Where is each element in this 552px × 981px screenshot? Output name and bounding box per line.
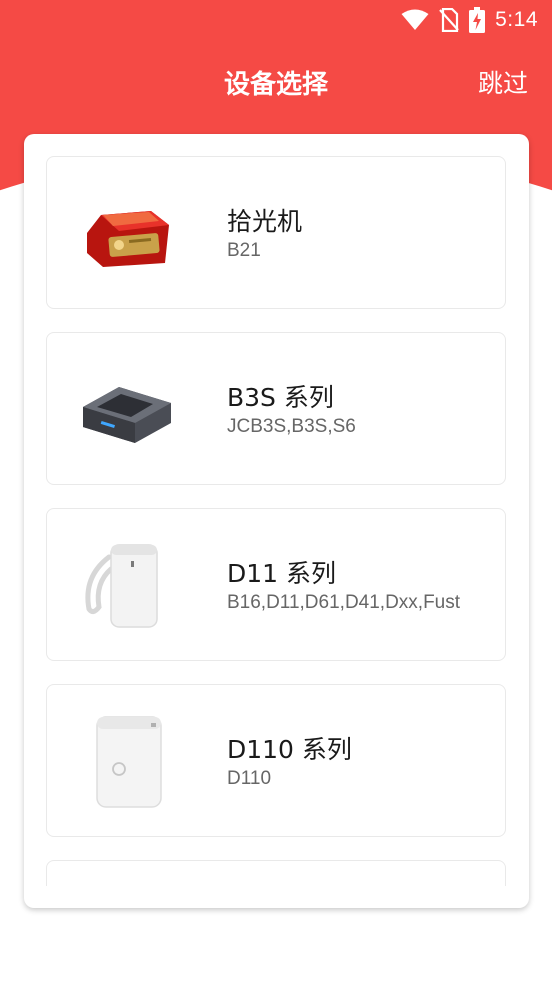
- device-models: D110: [227, 768, 272, 789]
- status-bar: 5:14: [0, 0, 552, 40]
- device-models: B16,D11,D61,D41,Dxx,Fust: [227, 592, 461, 613]
- device-models: JCB3S,B3S,S6: [227, 416, 356, 437]
- device-item-partial[interactable]: [46, 860, 506, 886]
- status-time: 5:14: [495, 8, 538, 31]
- device-name: D110 系列: [227, 735, 352, 764]
- no-sim-icon: [439, 8, 459, 32]
- device-item-b3s[interactable]: B3S 系列 JCB3S,B3S,S6: [46, 332, 506, 485]
- red-printer-image: [87, 211, 169, 267]
- device-name: D11 系列: [227, 559, 337, 588]
- device-name: B3S 系列: [227, 383, 334, 412]
- status-icons: 5:14: [401, 6, 538, 34]
- skip-button[interactable]: 跳过: [478, 64, 528, 100]
- battery-charging-icon: [469, 7, 486, 33]
- device-name: 拾光机: [227, 207, 303, 236]
- wifi-icon: [401, 9, 429, 30]
- title-bar: 设备选择 跳过: [0, 58, 552, 106]
- white-handheld-printer-image: [85, 544, 158, 628]
- device-item-b21[interactable]: 拾光机 B21: [46, 156, 506, 309]
- page-title: 设备选择: [223, 70, 328, 100]
- white-mini-printer-image: [96, 716, 162, 808]
- device-list[interactable]: 拾光机 B21 B3S 系列 JCB3S,B3S,S6 D11 系列 B16,D…: [46, 156, 506, 886]
- device-item-d11[interactable]: D11 系列 B16,D11,D61,D41,Dxx,Fust: [46, 508, 506, 661]
- device-models: B21: [227, 240, 261, 261]
- device-item-d110[interactable]: D110 系列 D110: [46, 684, 506, 837]
- gray-printer-image: [83, 387, 171, 443]
- device-selection-card: 拾光机 B21 B3S 系列 JCB3S,B3S,S6 D11 系列 B16,D…: [24, 134, 529, 908]
